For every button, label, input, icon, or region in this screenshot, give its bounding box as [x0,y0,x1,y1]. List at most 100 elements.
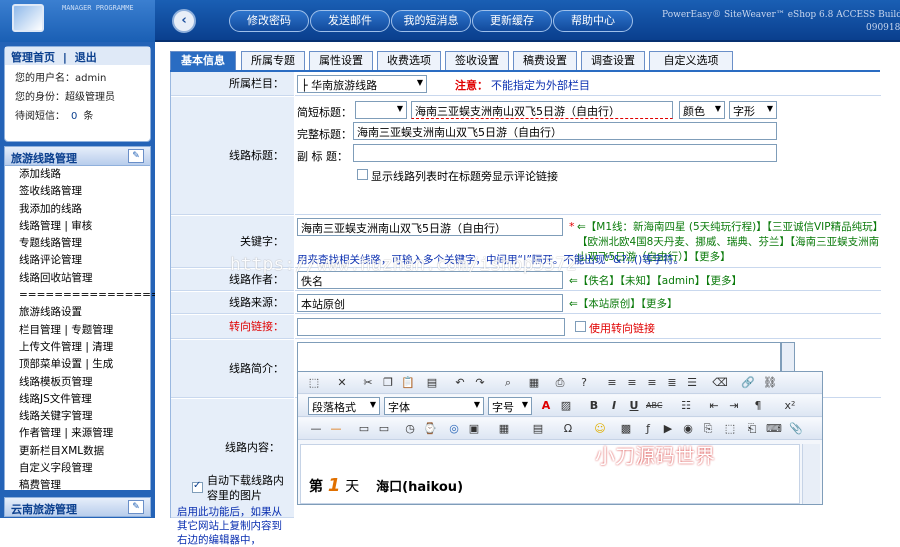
justify-icon[interactable]: ≣ [664,375,680,391]
code-icon[interactable]: ⌨ [766,421,782,437]
sidebar-item-my-routes[interactable]: 我添加的线路 [5,201,150,218]
logout-link[interactable]: 退出 [75,51,97,64]
update-cache-button[interactable]: 更新缓存 [472,10,552,32]
font-style-select[interactable]: 字形 [729,101,777,119]
source-input[interactable]: 本站原创 [297,294,563,312]
text-color-icon[interactable]: A [538,398,554,414]
font-size-select[interactable]: 字号 [488,397,532,415]
unlink-icon[interactable]: ⛓ [762,375,778,391]
sidebar-item-add-route[interactable]: 添加线路 [5,166,150,183]
back-button[interactable]: ‹ [172,9,196,33]
delete-icon[interactable]: ✕ [334,375,350,391]
editor-content-area[interactable]: 第 1 天 海口(haikou) [300,444,800,504]
redo-icon[interactable]: ↷ [472,375,488,391]
clip-icon[interactable]: 📎 [788,421,804,437]
short-title-input[interactable]: 海南三亚蜈支洲南山双飞5日游（自由行） [411,101,673,119]
subtitle-input[interactable] [353,144,777,162]
redirect-input[interactable] [297,318,565,336]
sidebar-item-keywords[interactable]: 线路关键字管理 [5,408,150,425]
short-title-prefix-select[interactable] [355,101,407,119]
bold-icon[interactable]: B [586,398,602,414]
underline-icon[interactable]: U [626,398,642,414]
sidebar-item-js-files[interactable]: 线路JS文件管理 [5,391,150,408]
my-messages-button[interactable]: 我的短消息 [391,10,471,32]
sidebar-item-top-menu[interactable]: 顶部菜单设置 | 生成 [5,356,150,373]
send-mail-button[interactable]: 发送邮件 [310,10,390,32]
italic-icon[interactable]: I [606,398,622,414]
cut-icon[interactable]: ✂ [360,375,376,391]
table-icon[interactable]: ▦ [496,421,512,437]
special-char-icon[interactable]: Ω [560,421,576,437]
justify-full-icon[interactable]: ☰ [684,375,700,391]
paste-text-icon[interactable]: ▤ [424,375,440,391]
strikethrough-icon[interactable]: ABC [646,398,662,414]
date-icon[interactable]: ◷ [402,421,418,437]
author-hints[interactable]: ⇐【佚名】【未知】【admin】【更多】 [569,273,742,288]
remote-image-icon[interactable]: ⬚ [722,421,738,437]
font-family-select[interactable]: 字体 [384,397,484,415]
hr-icon[interactable]: — [308,421,324,437]
help-center-button[interactable]: 帮助中心 [553,10,633,32]
attachment-icon[interactable]: ⎘ [700,421,716,437]
hr-color-icon[interactable]: — [328,421,344,437]
copy-icon[interactable]: ❐ [380,375,396,391]
sidebar-item-column-manage[interactable]: 栏目管理 | 专题管理 [5,322,150,339]
change-password-button[interactable]: 修改密码 [229,10,309,32]
tab-basic-info[interactable]: 基本信息 [170,51,236,71]
marquee-icon[interactable]: ▭ [356,421,372,437]
eraser-icon[interactable]: ⌫ [712,375,728,391]
align-center-icon[interactable]: ≡ [624,375,640,391]
section-header-travel[interactable]: 旅游线路管理 ✎ [4,146,151,166]
home-link[interactable]: 管理首页 [11,51,55,64]
tab-attributes[interactable]: 属性设置 [309,51,373,71]
show-comment-checkbox[interactable] [357,169,368,180]
paragraph-icon[interactable]: ¶ [750,398,766,414]
column-select[interactable]: ├ 华南旅游线路 [297,75,427,93]
sidebar-item-settings[interactable]: 旅游线路设置 [5,304,150,321]
sidebar-item-special-routes[interactable]: 专题线路管理 [5,235,150,252]
time-icon[interactable]: ⌚ [422,421,438,437]
keywords-input[interactable]: 海南三亚蜈支洲南山双飞5日游（自由行） [297,218,563,236]
tab-charge[interactable]: 收费选项 [377,51,441,71]
tab-special[interactable]: 所属专题 [241,51,305,71]
undo-icon[interactable]: ↶ [452,375,468,391]
tab-survey[interactable]: 调查设置 [581,51,645,71]
paragraph-format-select[interactable]: 段落格式 [308,397,380,415]
find-icon[interactable]: ⌕ [500,375,516,391]
text-box-icon[interactable]: ▭ [376,421,392,437]
outdent-icon[interactable]: ⇤ [706,398,722,414]
media-icon[interactable]: ▶ [660,421,676,437]
real-icon[interactable]: ◉ [680,421,696,437]
sidebar-item-templates[interactable]: 线路模板页管理 [5,374,150,391]
sidebar-item-custom-fields[interactable]: 自定义字段管理 [5,460,150,477]
form-icon[interactable]: ▤ [530,421,546,437]
color-select[interactable]: 颜色 [679,101,725,119]
editor-scrollbar[interactable] [802,444,820,504]
sidebar-item-route-manage[interactable]: 线路管理 | 审核 [5,218,150,235]
sidebar-item-xml-update[interactable]: 更新栏目XML数据 [5,443,150,460]
flash-icon[interactable]: ƒ [640,421,656,437]
section-header-yunnan[interactable]: 云南旅游管理 ✎ [4,497,151,517]
calculator-icon[interactable]: ▦ [526,375,542,391]
align-left-icon[interactable]: ≡ [604,375,620,391]
image-icon[interactable]: ▩ [618,421,634,437]
link-icon[interactable]: 🔗 [740,375,756,391]
page-break-icon[interactable]: ⎗ [744,421,760,437]
emoji-icon[interactable]: ☺ [592,421,608,437]
select-all-icon[interactable]: ⬚ [306,375,322,391]
align-right-icon[interactable]: ≡ [644,375,660,391]
tab-fee[interactable]: 稿费设置 [513,51,577,71]
sidebar-item-signin-manage[interactable]: 签收线路管理 [5,183,150,200]
use-redirect-checkbox[interactable] [575,321,586,332]
tab-custom[interactable]: 自定义选项 [649,51,733,71]
sidebar-item-fees[interactable]: 稿费管理 [5,477,150,494]
bg-color-icon[interactable]: ▨ [558,398,574,414]
ordered-list-icon[interactable]: ☷ [678,398,694,414]
sidebar-item-author-source[interactable]: 作者管理 | 来源管理 [5,425,150,442]
html-icon[interactable]: ▣ [466,421,482,437]
source-hints[interactable]: ⇐【本站原创】【更多】 [569,296,678,311]
paste-icon[interactable]: 📋 [400,375,416,391]
superscript-icon[interactable]: x² [782,398,798,414]
sidebar-item-comments[interactable]: 线路评论管理 [5,252,150,269]
full-title-input[interactable]: 海南三亚蜈支洲南山双飞5日游（自由行） [353,122,777,140]
